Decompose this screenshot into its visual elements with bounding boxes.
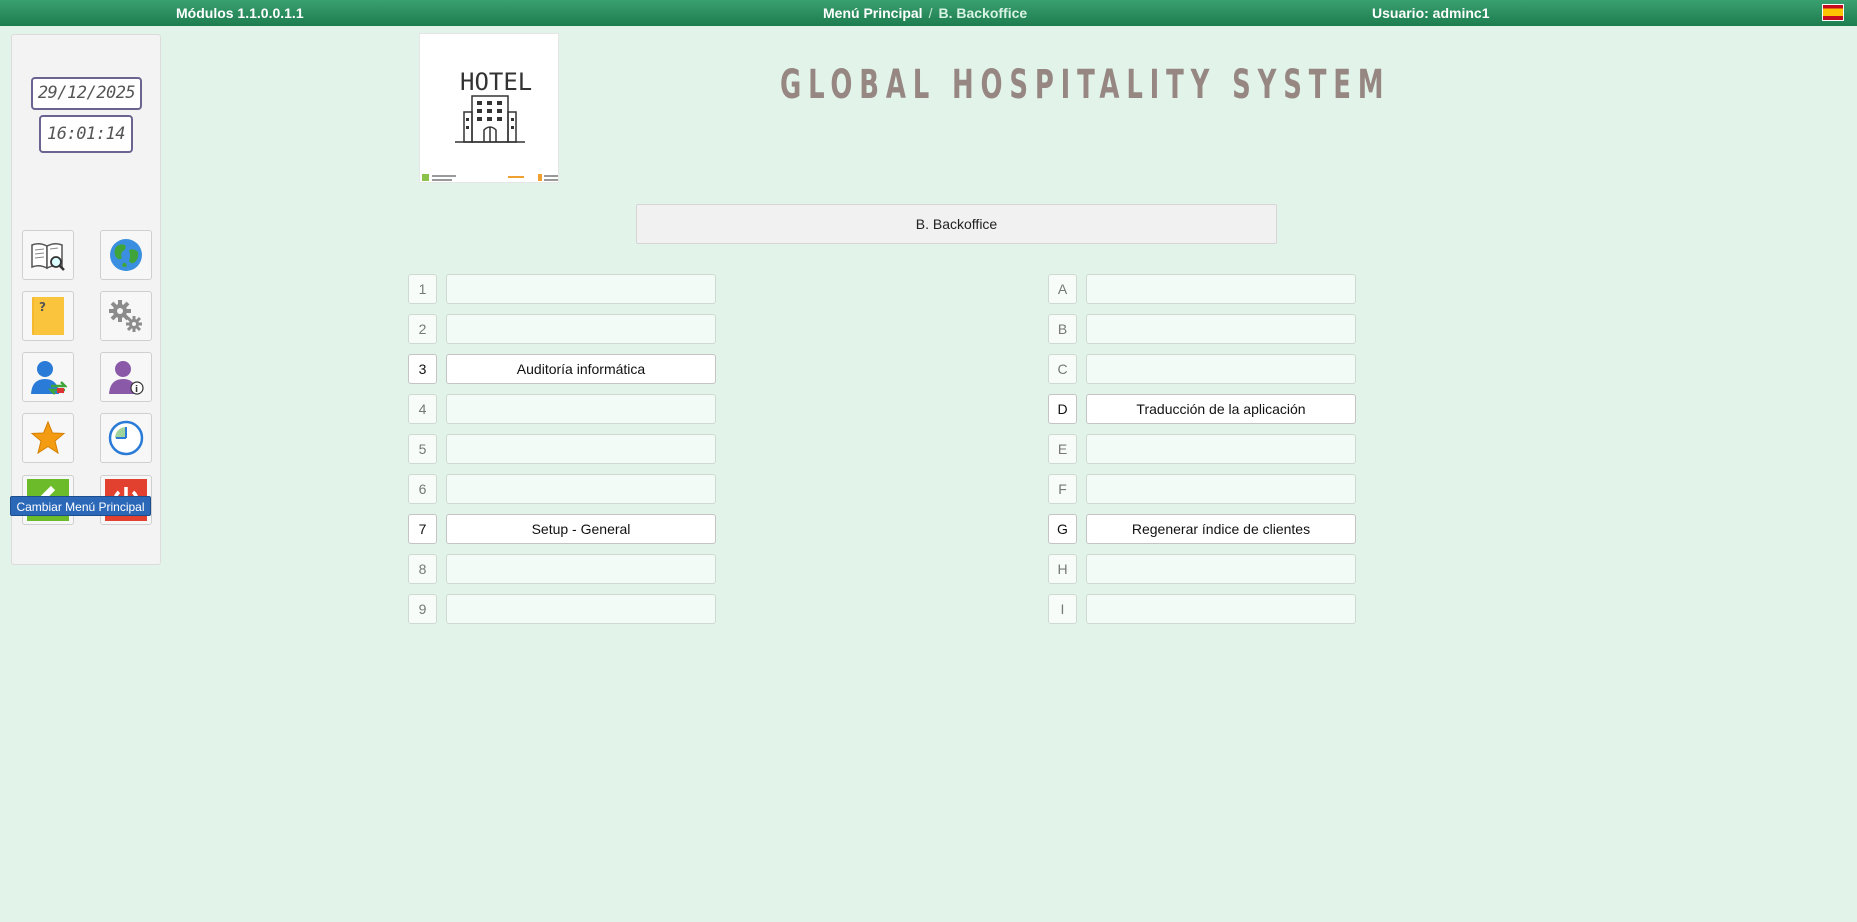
date-display: 29/12/2025 xyxy=(31,77,142,110)
menu-option-a[interactable] xyxy=(1086,274,1356,304)
breadcrumb-current: B. Backoffice xyxy=(938,5,1028,21)
top-bar: Módulos 1.1.0.0.1.1 Menú Principal / B. Ba… xyxy=(0,0,1857,26)
menu-key-7[interactable]: 7 xyxy=(408,514,437,544)
menu-option-regenerar-indice[interactable]: Regenerar índice de clientes xyxy=(1086,514,1356,544)
menu-key-8[interactable]: 8 xyxy=(408,554,437,584)
menu-key-f[interactable]: F xyxy=(1048,474,1077,504)
svg-text:?: ? xyxy=(39,300,46,314)
menu-option-setup-general[interactable]: Setup - General xyxy=(446,514,716,544)
menu-key-b[interactable]: B xyxy=(1048,314,1077,344)
history-button[interactable] xyxy=(100,413,152,463)
menu-key-h[interactable]: H xyxy=(1048,554,1077,584)
language-button[interactable] xyxy=(100,230,152,280)
manual-button[interactable] xyxy=(22,230,74,280)
menu-key-i[interactable]: I xyxy=(1048,594,1077,624)
menu-option-traduccion[interactable]: Traducción de la aplicación xyxy=(1086,394,1356,424)
user-info-button[interactable]: i xyxy=(100,352,152,402)
menu-option-2[interactable] xyxy=(446,314,716,344)
menu-option-c[interactable] xyxy=(1086,354,1356,384)
tooltip: Cambiar Menú Principal xyxy=(10,496,151,516)
clock-history-icon xyxy=(108,420,144,456)
spain-flag-icon[interactable] xyxy=(1822,4,1844,21)
menu-option-auditoria[interactable]: Auditoría informática xyxy=(446,354,716,384)
menu-key-9[interactable]: 9 xyxy=(408,594,437,624)
menu-key-c[interactable]: C xyxy=(1048,354,1077,384)
hotel-logo: HOTEL xyxy=(419,33,559,183)
menu-option-1[interactable] xyxy=(446,274,716,304)
help-folder-icon: ? xyxy=(32,297,64,335)
svg-text:i: i xyxy=(135,385,138,395)
menu-key-4[interactable]: 4 xyxy=(408,394,437,424)
user-switch-icon xyxy=(31,361,67,395)
user-label: Usuario: adminc1 xyxy=(1372,5,1490,21)
menu-key-g[interactable]: G xyxy=(1048,514,1077,544)
menu-option-e[interactable] xyxy=(1086,434,1356,464)
menu-option-h[interactable] xyxy=(1086,554,1356,584)
menu-option-6[interactable] xyxy=(446,474,716,504)
menu-option-i[interactable] xyxy=(1086,594,1356,624)
star-favorites-icon xyxy=(30,420,66,455)
system-title: GLOBAL HOSPITALITY SYSTEM xyxy=(780,62,1391,108)
help-button[interactable]: ? xyxy=(22,291,74,341)
menu-key-a[interactable]: A xyxy=(1048,274,1077,304)
breadcrumb-root[interactable]: Menú Principal xyxy=(823,5,923,21)
menu-key-5[interactable]: 5 xyxy=(408,434,437,464)
menu-key-1[interactable]: 1 xyxy=(408,274,437,304)
section-title: B. Backoffice xyxy=(636,204,1277,244)
manual-search-icon xyxy=(31,242,65,271)
sidebar: 29/12/2025 16:01:14 ? i xyxy=(11,34,161,565)
menu-option-b[interactable] xyxy=(1086,314,1356,344)
user-info-icon: i xyxy=(109,361,144,395)
globe-icon xyxy=(110,239,142,271)
version-label: Módulos 1.1.0.0.1.1 xyxy=(176,5,304,21)
time-display: 16:01:14 xyxy=(39,115,133,153)
menu-option-4[interactable] xyxy=(446,394,716,424)
gears-icon xyxy=(109,300,142,332)
hotel-building-icon: HOTEL xyxy=(422,68,558,181)
menu-option-8[interactable] xyxy=(446,554,716,584)
menu-key-3[interactable]: 3 xyxy=(408,354,437,384)
favorites-button[interactable] xyxy=(22,413,74,463)
menu-key-e[interactable]: E xyxy=(1048,434,1077,464)
breadcrumb-separator: / xyxy=(928,5,933,21)
menu-option-9[interactable] xyxy=(446,594,716,624)
menu-key-d[interactable]: D xyxy=(1048,394,1077,424)
menu-option-f[interactable] xyxy=(1086,474,1356,504)
change-user-button[interactable] xyxy=(22,352,74,402)
settings-button[interactable] xyxy=(100,291,152,341)
menu-key-2[interactable]: 2 xyxy=(408,314,437,344)
logo-text: HOTEL xyxy=(460,68,532,96)
menu-key-6[interactable]: 6 xyxy=(408,474,437,504)
breadcrumb: Menú Principal / B. Backoffice xyxy=(823,5,1027,21)
menu-option-5[interactable] xyxy=(446,434,716,464)
